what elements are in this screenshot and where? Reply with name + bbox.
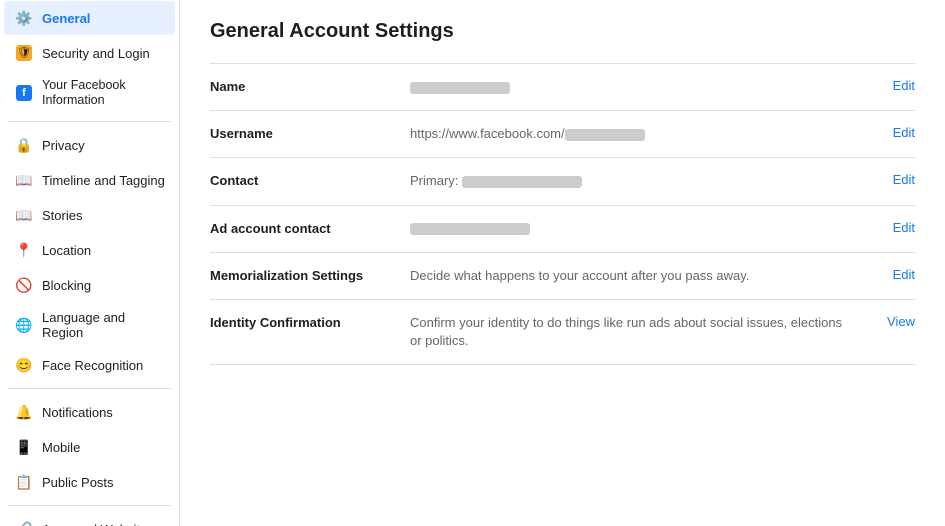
sidebar-item-label: Public Posts <box>42 475 114 490</box>
pin-icon: 📍 <box>14 240 34 260</box>
lock-icon: 🔒 <box>14 135 34 155</box>
settings-row-ad-contact: Ad account contact Edit <box>210 205 915 252</box>
settings-value-identity: Confirm your identity to do things like … <box>410 314 855 350</box>
phone-icon: 📱 <box>14 437 34 457</box>
sidebar-item-timeline[interactable]: 📖 Timeline and Tagging <box>4 163 175 197</box>
settings-label-contact: Contact <box>210 172 410 188</box>
fb-icon: f <box>14 83 34 103</box>
settings-action-identity[interactable]: View <box>855 314 915 329</box>
sidebar-item-blocking[interactable]: 🚫 Blocking <box>4 268 175 302</box>
sidebar-item-label: Apps and Websites <box>42 522 154 526</box>
settings-action-username[interactable]: Edit <box>855 125 915 140</box>
face-icon: 😊 <box>14 355 34 375</box>
clock-icon: 📖 <box>14 205 34 225</box>
sidebar-item-label: Mobile <box>42 440 80 455</box>
sidebar-divider-3 <box>8 505 171 506</box>
sidebar-item-privacy[interactable]: 🔒 Privacy <box>4 128 175 162</box>
sidebar-divider-1 <box>8 121 171 122</box>
sidebar-item-label: Location <box>42 243 91 258</box>
sidebar-item-label: Blocking <box>42 278 91 293</box>
settings-action-memorialization[interactable]: Edit <box>855 267 915 282</box>
lang-icon: 🌐 <box>14 315 34 335</box>
bell-icon: 🔔 <box>14 402 34 422</box>
sidebar-item-location[interactable]: 📍 Location <box>4 233 175 267</box>
sidebar-item-face[interactable]: 😊 Face Recognition <box>4 348 175 382</box>
settings-label-ad-contact: Ad account contact <box>210 220 410 236</box>
settings-label-username: Username <box>210 125 410 141</box>
sidebar-item-label: Notifications <box>42 405 113 420</box>
sidebar-item-label: Language and Region <box>42 310 165 340</box>
value-prefix-username: https://www.facebook.com/ <box>410 126 565 141</box>
block-icon: 🚫 <box>14 275 34 295</box>
sidebar-item-label: General <box>42 11 90 26</box>
settings-label-memorialization: Memorialization Settings <box>210 267 410 283</box>
sidebar-item-apps[interactable]: 🔗 Apps and Websites <box>4 512 175 526</box>
settings-label-name: Name <box>210 78 410 94</box>
sidebar-item-label: Face Recognition <box>42 358 143 373</box>
settings-value-memorialization: Decide what happens to your account afte… <box>410 267 855 285</box>
settings-action-link-contact[interactable]: Edit <box>893 172 915 187</box>
sidebar-item-facebook-info[interactable]: f Your Facebook Information <box>4 71 175 115</box>
settings-value-ad-contact <box>410 220 855 238</box>
redacted-value-username <box>565 129 645 141</box>
settings-row-name: Name Edit <box>210 63 915 110</box>
settings-action-link-name[interactable]: Edit <box>893 78 915 93</box>
post-icon: 📋 <box>14 472 34 492</box>
sidebar-item-general[interactable]: ⚙️ General <box>4 1 175 35</box>
settings-value-contact: Primary: <box>410 172 855 190</box>
sidebar-item-mobile[interactable]: 📱 Mobile <box>4 430 175 464</box>
settings-action-contact[interactable]: Edit <box>855 172 915 187</box>
sidebar-item-label: Timeline and Tagging <box>42 173 165 188</box>
settings-label-identity: Identity Confirmation <box>210 314 410 330</box>
settings-action-link-ad-contact[interactable]: Edit <box>893 220 915 235</box>
sidebar-item-label: Your Facebook Information <box>42 78 165 108</box>
sidebar-item-stories[interactable]: 📖 Stories <box>4 198 175 232</box>
settings-row-identity: Identity ConfirmationConfirm your identi… <box>210 299 915 365</box>
sidebar-divider-2 <box>8 388 171 389</box>
redacted-value-ad-contact <box>410 223 530 235</box>
sidebar-item-notifications[interactable]: 🔔 Notifications <box>4 395 175 429</box>
sidebar-item-public-posts[interactable]: 📋 Public Posts <box>4 465 175 499</box>
sidebar: ⚙️ General 🛡 Security and Login f Your Facebo… <box>0 0 180 526</box>
app-icon: 🔗 <box>14 519 34 526</box>
settings-action-ad-contact[interactable]: Edit <box>855 220 915 235</box>
redacted-value-contact <box>462 176 582 188</box>
settings-list: NameEditUsernamehttps://www.facebook.com… <box>210 63 915 365</box>
value-prefix-contact: Primary: <box>410 173 462 188</box>
settings-row-memorialization: Memorialization SettingsDecide what happ… <box>210 252 915 299</box>
settings-row-contact: ContactPrimary: Edit <box>210 157 915 204</box>
sidebar-item-language[interactable]: 🌐 Language and Region <box>4 303 175 347</box>
settings-value-name <box>410 78 855 96</box>
sidebar-item-label: Stories <box>42 208 82 223</box>
settings-value-username: https://www.facebook.com/ <box>410 125 855 143</box>
clock-icon: 📖 <box>14 170 34 190</box>
sidebar-item-label: Security and Login <box>42 46 150 61</box>
settings-action-link-identity[interactable]: View <box>887 314 915 329</box>
settings-action-name[interactable]: Edit <box>855 78 915 93</box>
shield-icon: 🛡 <box>14 43 34 63</box>
settings-action-link-memorialization[interactable]: Edit <box>893 267 915 282</box>
settings-action-link-username[interactable]: Edit <box>893 125 915 140</box>
sidebar-item-security[interactable]: 🛡 Security and Login <box>4 36 175 70</box>
gear-icon: ⚙️ <box>14 8 34 28</box>
page-title: General Account Settings <box>210 20 915 43</box>
main-content: General Account Settings NameEditUsernam… <box>180 0 945 526</box>
settings-row-username: Usernamehttps://www.facebook.com/Edit <box>210 110 915 157</box>
sidebar-item-label: Privacy <box>42 138 85 153</box>
redacted-value-name <box>410 82 510 94</box>
